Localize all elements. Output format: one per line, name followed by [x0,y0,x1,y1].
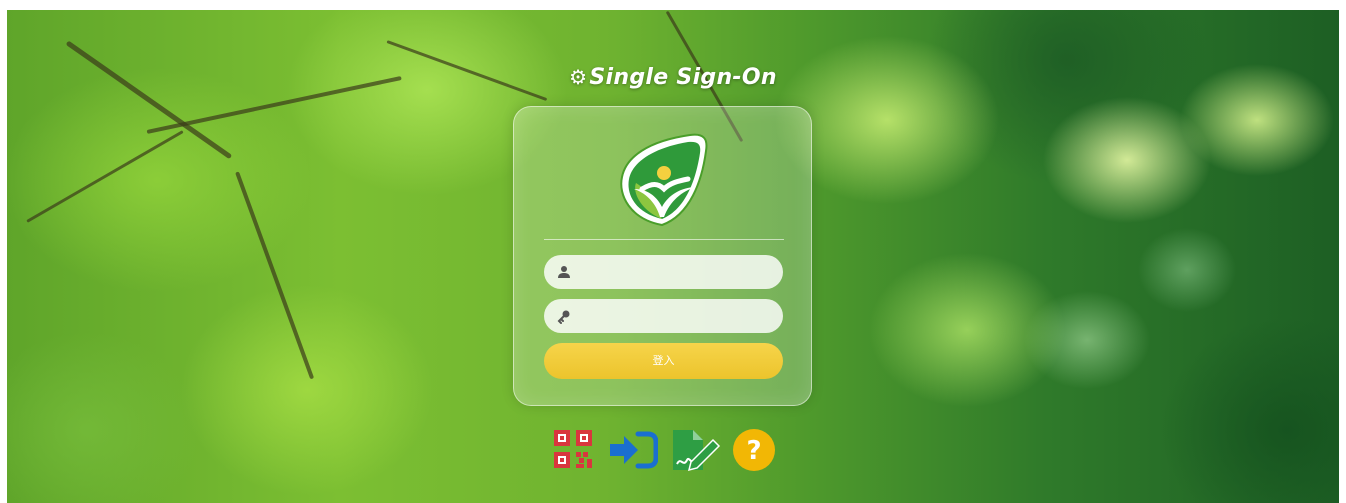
password-field[interactable] [544,299,783,333]
user-icon [558,266,570,278]
branch-decoration [65,40,233,160]
organization-logo [620,133,708,227]
branch-decoration [26,130,184,223]
divider [544,239,784,240]
branch-decoration [235,171,315,380]
username-field[interactable] [544,255,783,289]
signature-icon[interactable] [669,428,721,472]
login-panel: 登入 [513,106,812,406]
page-title-text: Single Sign-On [589,65,777,90]
help-glyph: ? [746,436,761,466]
key-icon [557,310,570,324]
background-photo: ⚙Single Sign-On 登入 ? [7,10,1339,503]
login-button[interactable]: 登入 [544,343,783,379]
gear-icon: ⚙ [569,65,588,89]
username-input[interactable] [578,255,773,289]
sign-in-icon[interactable] [608,428,658,472]
help-icon[interactable]: ? [732,428,776,472]
password-input[interactable] [578,299,773,333]
qr-code-icon[interactable] [552,428,596,472]
page-title: ⚙Single Sign-On [7,65,1339,90]
